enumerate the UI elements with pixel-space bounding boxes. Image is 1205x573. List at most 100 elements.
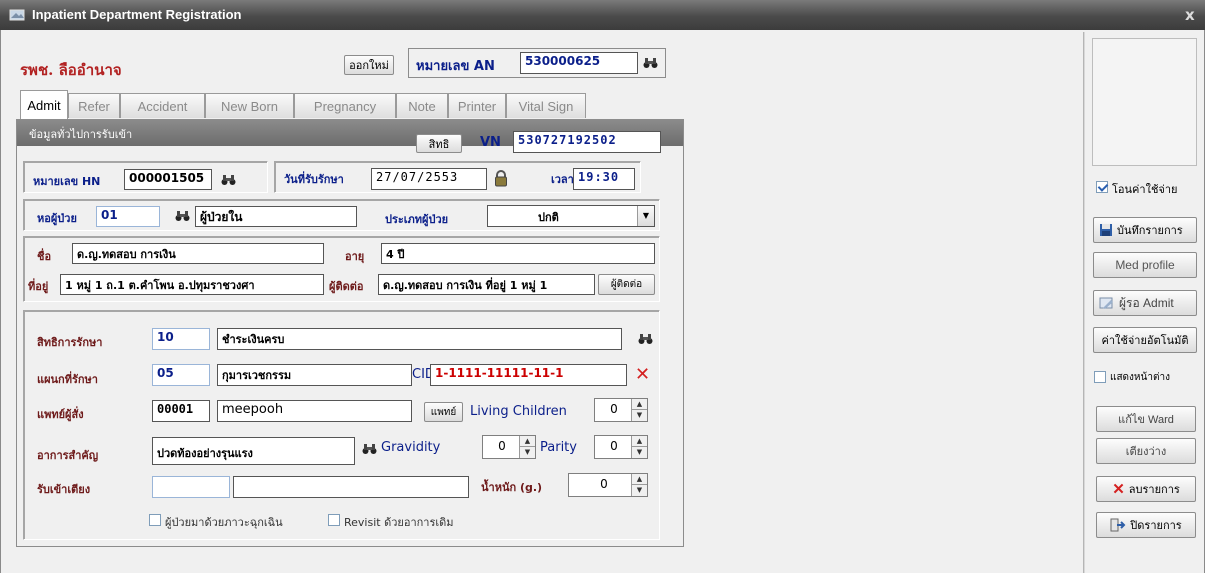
name-label: ชื่อ [37, 250, 52, 263]
spin-down-icon[interactable]: ▼ [632, 447, 647, 458]
ward-label: หอผู้ป่วย [37, 212, 77, 225]
living-children-value: 0 [610, 402, 618, 416]
med-profile-button[interactable]: Med profile [1093, 252, 1197, 278]
hn-label: หมายเลข HN [33, 175, 101, 188]
binoculars-icon[interactable] [221, 174, 236, 186]
tab-admit[interactable]: Admit [20, 90, 68, 119]
admit-date-input[interactable]: 27/07/2553 [371, 168, 487, 190]
save-label: บันทึกรายการ [1117, 225, 1183, 237]
exit-icon [1110, 518, 1126, 532]
tab-pregnancy[interactable]: Pregnancy [294, 93, 396, 118]
dept-name-input[interactable]: กุมารเวชกรรม [217, 364, 412, 386]
address-input[interactable]: 1 หมู่ 1 ถ.1 ต.คำโพน อ.ปทุมราชวงศา [60, 274, 324, 295]
lock-icon[interactable] [494, 170, 508, 187]
bed-name-input[interactable] [233, 476, 469, 498]
bed-label: รับเข้าเตียง [37, 483, 91, 496]
delete-label: ลบรายการ [1128, 484, 1180, 496]
hn-input[interactable]: 000001505 [124, 169, 212, 190]
ward-name-input[interactable]: ผู้ป่วยใน [195, 206, 357, 227]
gravidity-stepper[interactable]: 0 ▲ ▼ [482, 435, 536, 459]
binoculars-icon[interactable] [362, 443, 377, 455]
title-bar: Inpatient Department Registration x [0, 0, 1205, 30]
bed-code-input[interactable] [152, 476, 230, 498]
waiting-admit-button[interactable]: ผู้รอ Admit [1093, 290, 1197, 316]
app-icon [9, 9, 25, 21]
cid-input[interactable]: 1-1111-11111-11-1 [430, 364, 627, 386]
hospital-name: รพช. ลืออำนาจ [20, 61, 122, 79]
spin-down-icon[interactable]: ▼ [632, 485, 647, 496]
spin-up-icon[interactable]: ▲ [632, 436, 647, 447]
close-record-label: ปิดรายการ [1130, 520, 1182, 532]
address-label: ที่อยู่ [28, 280, 49, 293]
contact-label: ผู้ติดต่อ [329, 280, 364, 293]
age-label: อายุ [345, 250, 365, 263]
parity-label: Parity [540, 440, 577, 455]
dept-code-input[interactable]: 05 [152, 364, 210, 386]
rights-label: สิทธิการรักษา [37, 336, 103, 349]
emergency-checkbox[interactable] [149, 514, 161, 526]
patient-type-value: ปกติ [538, 211, 559, 224]
tab-printer[interactable]: Printer [448, 93, 506, 118]
weight-stepper[interactable]: 0 ▲ ▼ [568, 473, 648, 497]
contact-button[interactable]: ผู้ติดต่อ [598, 274, 655, 295]
rights-button[interactable]: สิทธิ [416, 134, 462, 153]
rights-name-input[interactable]: ชำระเงินครบ [217, 328, 622, 350]
photo-preview [1092, 38, 1197, 166]
patient-type-label: ประเภทผู้ป่วย [385, 213, 449, 226]
close-icon[interactable]: x [1185, 6, 1195, 24]
ward-code-input[interactable]: 01 [96, 206, 160, 227]
show-window-checkbox[interactable] [1094, 371, 1106, 383]
tab-accident[interactable]: Accident [120, 93, 205, 118]
spin-down-icon[interactable]: ▼ [520, 447, 535, 458]
tab-refer[interactable]: Refer [68, 93, 120, 118]
close-record-button[interactable]: ปิดรายการ [1096, 512, 1196, 538]
age-input[interactable]: 4 ปี [381, 243, 655, 264]
edit-ward-button[interactable]: แก้ไข Ward [1096, 406, 1196, 432]
binoculars-icon[interactable] [643, 57, 658, 69]
spin-up-icon[interactable]: ▲ [632, 399, 647, 410]
delete-icon: ✕ [1112, 481, 1125, 498]
doctor-code-input[interactable]: 00001 [152, 400, 210, 422]
chevron-down-icon[interactable]: ▼ [637, 206, 654, 226]
name-input[interactable]: ด.ญ.ทดสอบ การเงิน [72, 243, 324, 264]
tab-new-born[interactable]: New Born [205, 93, 294, 118]
time-label: เวลา [551, 173, 574, 186]
living-children-label: Living Children [470, 404, 567, 419]
tab-note[interactable]: Note [396, 93, 448, 118]
spin-down-icon[interactable]: ▼ [632, 410, 647, 421]
vn-input[interactable]: 530727192502 [513, 131, 661, 153]
window-title: Inpatient Department Registration [32, 7, 242, 22]
parity-stepper[interactable]: 0 ▲ ▼ [594, 435, 648, 459]
save-button[interactable]: บันทึกรายการ [1093, 217, 1197, 243]
binoculars-icon[interactable] [175, 210, 190, 222]
transfer-cost-checkbox[interactable] [1096, 181, 1108, 193]
doctor-button[interactable]: แพทย์ [424, 402, 463, 422]
new-button[interactable]: ออกใหม่ [344, 55, 394, 75]
patient-type-select[interactable]: ปกติ ▼ [487, 205, 655, 227]
delete-button[interactable]: ✕ ลบรายการ [1096, 476, 1196, 502]
symptom-label: อาการสำคัญ [37, 449, 99, 462]
empty-bed-button[interactable]: เตียงว่าง [1096, 438, 1196, 464]
rights-code-input[interactable]: 10 [152, 328, 210, 350]
tab-vital-sign[interactable]: Vital Sign [506, 93, 586, 118]
dept-label: แผนกที่รักษา [37, 373, 98, 386]
weight-label: น้ำหนัก (g.) [481, 481, 543, 494]
spin-up-icon[interactable]: ▲ [632, 474, 647, 485]
doctor-label: แพทย์ผู้สั่ง [37, 408, 84, 421]
admit-date-label: วันที่รับรักษา [284, 173, 344, 186]
revisit-checkbox[interactable] [328, 514, 340, 526]
clear-cid-icon[interactable]: ✕ [635, 364, 650, 385]
spin-up-icon[interactable]: ▲ [520, 436, 535, 447]
living-children-stepper[interactable]: 0 ▲ ▼ [594, 398, 648, 422]
doctor-name-input[interactable]: meepooh [217, 400, 412, 422]
time-input[interactable]: 19:30 [573, 168, 635, 190]
auto-cost-button[interactable]: ค่าใช้จ่ายอัตโนมัติ [1093, 327, 1197, 353]
an-input[interactable]: 530000625 [520, 52, 638, 74]
waiting-admit-label: ผู้รอ Admit [1119, 295, 1174, 310]
gravidity-value: 0 [498, 439, 506, 453]
gravidity-label: Gravidity [381, 440, 441, 455]
binoculars-icon[interactable] [638, 333, 653, 345]
symptom-input[interactable]: ปวดท้องอย่างรุนแรง [152, 437, 355, 465]
an-label: หมายเลข AN [416, 59, 495, 74]
contact-input[interactable]: ด.ญ.ทดสอบ การเงิน ที่อยู่ 1 หมู่ 1 [378, 274, 595, 295]
